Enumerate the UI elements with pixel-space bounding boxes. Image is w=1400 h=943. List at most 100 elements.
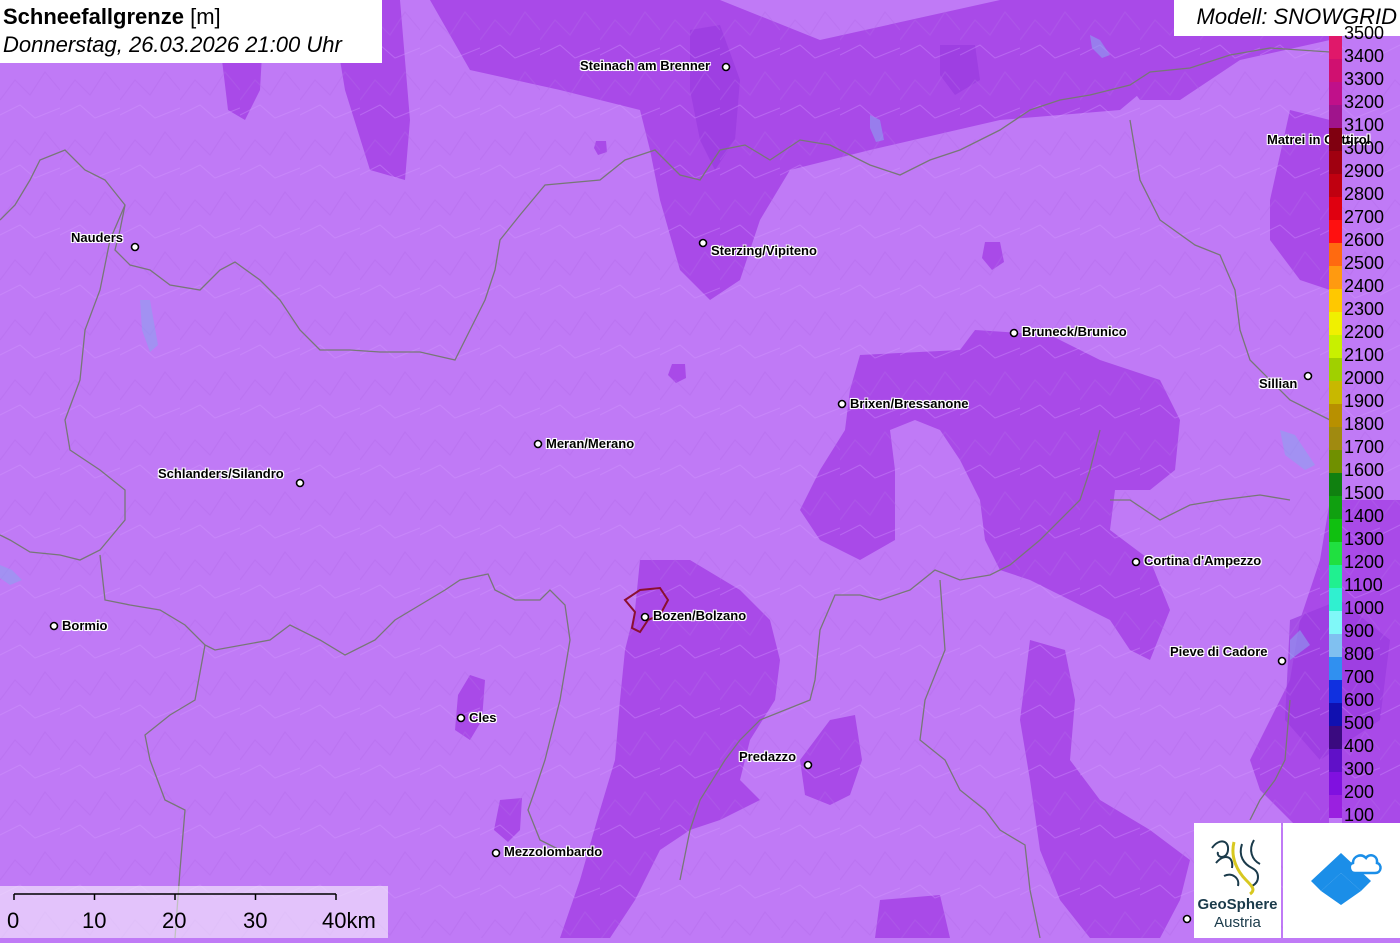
legend-label: 1600: [1344, 460, 1385, 480]
legend-swatch: [1329, 197, 1342, 220]
legend-label: 3300: [1344, 69, 1385, 89]
city-marker: [1277, 656, 1287, 666]
city-label-steinach: Steinach am Brenner: [580, 58, 711, 73]
city-label-sillian: Sillian: [1259, 376, 1298, 391]
legend-label: 2300: [1344, 299, 1385, 319]
legend-label: 1900: [1344, 391, 1385, 411]
legend-swatch: [1329, 772, 1342, 795]
legend-swatch: [1329, 542, 1342, 565]
legend-swatch: [1329, 519, 1342, 542]
legend-swatch: [1329, 312, 1342, 335]
legend-swatch: [1329, 749, 1342, 772]
legend-label: 2900: [1344, 161, 1385, 181]
legend-label: 2600: [1344, 230, 1385, 250]
legend-swatch: [1329, 703, 1342, 726]
logo-line1: GeoSphere: [1197, 896, 1278, 913]
legend-swatch: [1329, 335, 1342, 358]
parameter-name: Schneefallgrenze: [3, 4, 184, 29]
legend-swatch: [1329, 450, 1342, 473]
legend-label: 1100: [1344, 575, 1383, 595]
legend-swatch: [1329, 358, 1342, 381]
geosphere-logo[interactable]: GeoSphere Austria: [1194, 823, 1281, 938]
legend-colorbar: [1329, 36, 1342, 841]
legend-label: 400: [1344, 736, 1375, 756]
city-marker: [721, 62, 731, 72]
legend-label: 1500: [1344, 483, 1385, 503]
legend-swatch: [1329, 795, 1342, 818]
legend-swatch: [1329, 174, 1342, 197]
logo-line2: Austria: [1214, 914, 1261, 931]
legend-swatch: [1329, 151, 1342, 174]
city-marker: [49, 621, 59, 631]
city-label-nauders: Nauders: [71, 230, 124, 245]
legend-label: 2100: [1344, 345, 1385, 365]
legend-label: 600: [1344, 690, 1375, 710]
legend-label: 2000: [1344, 368, 1385, 388]
legend-label: 1700: [1344, 437, 1385, 457]
legend-swatch: [1329, 565, 1342, 588]
legend-label: 3200: [1344, 92, 1385, 112]
city-label-pieve: Pieve di Cadore: [1170, 644, 1268, 659]
city-label-cortina: Cortina d'Ampezzo: [1144, 553, 1262, 568]
legend-label: 700: [1344, 667, 1375, 687]
city-marker: [456, 713, 466, 723]
city-label-brixen: Brixen/Bressanone: [850, 396, 969, 411]
legend-swatch: [1329, 404, 1342, 427]
legend-swatch: [1329, 36, 1342, 59]
city-label-schlanders: Schlanders/Silandro: [158, 466, 284, 481]
city-marker: [491, 848, 501, 858]
legend-label: 1000: [1344, 598, 1385, 618]
legend-label: 2800: [1344, 184, 1385, 204]
city-label-sterzing: Sterzing/Vipiteno: [711, 243, 817, 258]
legend-label: 2400: [1344, 276, 1385, 296]
scale-label-30: 30: [243, 908, 268, 933]
city-marker: [295, 478, 305, 488]
scale-label-20: 20: [162, 908, 187, 933]
legend-swatch: [1329, 657, 1342, 680]
legend-swatch: [1329, 680, 1342, 703]
map-title: Schneefallgrenze [m]: [3, 4, 221, 30]
scale-label-10: 10: [82, 908, 107, 933]
weather-app-logo[interactable]: [1283, 823, 1400, 938]
legend-label: 3500: [1344, 23, 1385, 43]
geosphere-swirl-icon: [1211, 839, 1261, 896]
legend-label: 2500: [1344, 253, 1385, 273]
city-marker: [1009, 328, 1019, 338]
legend-label: 800: [1344, 644, 1375, 664]
legend-label: 200: [1344, 782, 1375, 802]
city-marker: [130, 242, 140, 252]
city-label-bormio: Bormio: [62, 618, 108, 633]
legend-label: 1200: [1344, 552, 1385, 572]
legend-swatch: [1329, 82, 1342, 105]
city-label-meran: Meran/Merano: [546, 436, 635, 451]
legend-swatch: [1329, 427, 1342, 450]
legend-swatch: [1329, 634, 1342, 657]
scale-label-40km: 40km: [322, 908, 376, 933]
legend-label: 500: [1344, 713, 1375, 733]
legend-swatch: [1329, 243, 1342, 266]
legend-swatch: [1329, 611, 1342, 634]
legend-swatch: [1329, 381, 1342, 404]
city-label-cles: Cles: [469, 710, 497, 725]
city-marker: [698, 238, 708, 248]
cloud-arrow-icon: [1311, 853, 1382, 905]
city-label-bozen: Bozen/Bolzano: [653, 608, 747, 623]
legend-label: 2200: [1344, 322, 1385, 342]
city-marker: [1131, 557, 1141, 567]
legend-label: 2700: [1344, 207, 1385, 227]
legend-swatch: [1329, 726, 1342, 749]
legend-label: 1300: [1344, 529, 1385, 549]
legend-swatch: [1329, 220, 1342, 243]
scale-label-0: 0: [7, 908, 20, 933]
legend-label: 900: [1344, 621, 1375, 641]
city-label-predazzo: Predazzo: [739, 749, 797, 764]
legend-swatch: [1329, 473, 1342, 496]
legend-swatch: [1329, 496, 1342, 519]
legend-swatch: [1329, 289, 1342, 312]
legend-label: 3000: [1344, 138, 1385, 158]
city-marker: [533, 439, 543, 449]
parameter-unit: [m]: [190, 4, 221, 29]
legend-label: 3400: [1344, 46, 1385, 66]
legend-swatch: [1329, 59, 1342, 82]
legend-label: 1400: [1344, 506, 1385, 526]
